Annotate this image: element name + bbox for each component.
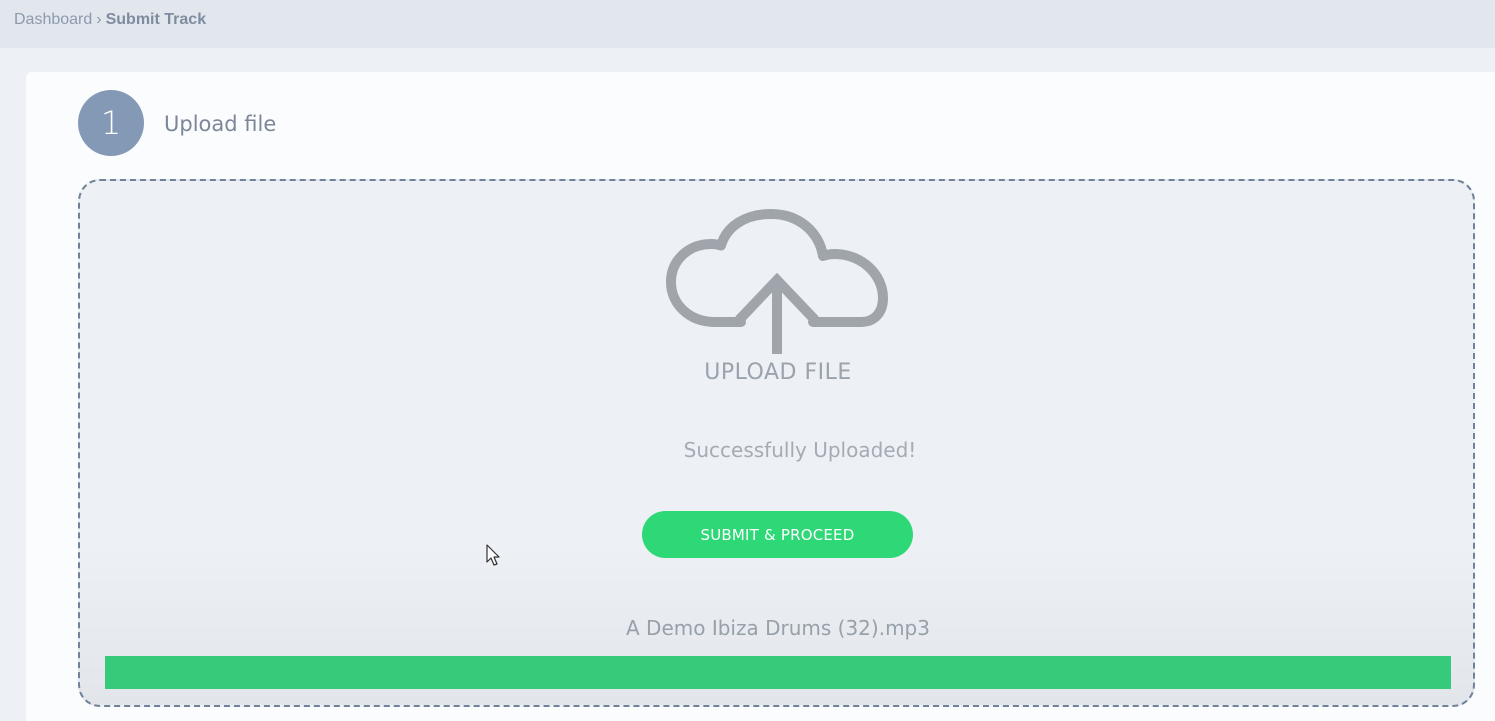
step-title: Upload file	[164, 112, 277, 136]
uploaded-file-name: A Demo Ibiza Drums (32).mp3	[626, 616, 930, 640]
upload-status-text: Successfully Uploaded!	[683, 438, 917, 462]
upload-progress-fill	[105, 656, 1451, 689]
upload-progress-bar	[105, 656, 1451, 689]
breadcrumb-dashboard-link[interactable]: Dashboard	[14, 11, 92, 29]
breadcrumb: Dashboard › Submit Track	[14, 11, 206, 29]
top-bar: Dashboard › Submit Track	[0, 0, 1495, 48]
cloud-upload-icon[interactable]	[663, 208, 893, 358]
breadcrumb-separator: ›	[96, 11, 102, 28]
breadcrumb-current: Submit Track	[105, 11, 207, 28]
submit-proceed-button[interactable]: SUBMIT & PROCEED	[642, 511, 913, 558]
mouse-cursor-icon	[486, 544, 500, 566]
upload-file-label: UPLOAD FILE	[704, 360, 852, 385]
step-number-badge: 1	[78, 90, 144, 156]
